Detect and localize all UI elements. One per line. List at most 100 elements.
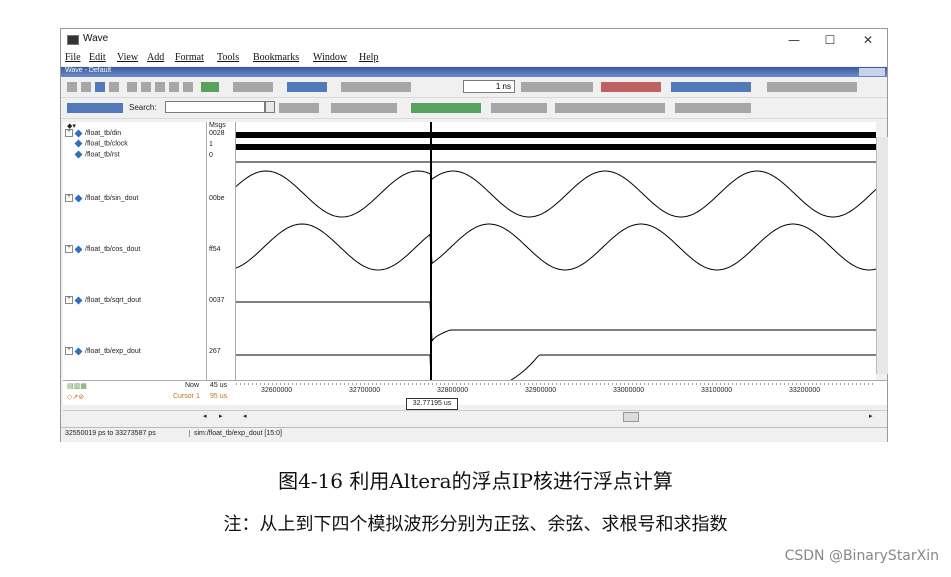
- scroll-left-icon[interactable]: ◂: [203, 412, 207, 420]
- value-exp-dout: 267: [209, 348, 221, 355]
- signal-row-din[interactable]: + /float_tb/din: [65, 129, 121, 139]
- search-label: Search:: [129, 103, 157, 112]
- title-bar: Wave — ☐ ✕: [61, 29, 887, 51]
- zoom-icons[interactable]: [331, 103, 397, 113]
- redo-icon[interactable]: [183, 82, 193, 92]
- menu-view[interactable]: View: [117, 52, 138, 63]
- signal-name: /float_tb/exp_dout: [85, 347, 141, 355]
- wave-sqrt-dout: [236, 301, 876, 343]
- subwindow-controls[interactable]: [859, 68, 885, 76]
- new-icon[interactable]: [67, 82, 77, 92]
- scroll-thumb[interactable]: [623, 412, 639, 422]
- menu-bookmarks[interactable]: Bookmarks: [253, 52, 299, 63]
- signal-diamond-icon: [74, 296, 83, 304]
- subwindow-title: Wave - Default: [65, 67, 112, 74]
- signal-diamond-icon: [74, 347, 83, 355]
- wave-cos-dout: [236, 223, 876, 271]
- menu-file[interactable]: File: [65, 52, 81, 63]
- run-length-input[interactable]: 1 ns: [463, 80, 515, 93]
- step-controls-icons[interactable]: [341, 82, 411, 92]
- now-label: Now: [185, 382, 200, 389]
- horizontal-scrollbar[interactable]: ◂ ▸ ◂ ▸: [63, 410, 887, 422]
- signal-diamond-icon: [74, 245, 83, 253]
- wave-scroll-left-icon[interactable]: ◂: [243, 412, 247, 420]
- status-range: 32550019 ps to 33273587 ps: [65, 430, 156, 437]
- undo-icon[interactable]: [169, 82, 179, 92]
- wave-format-icons[interactable]: [491, 103, 547, 113]
- cut-icon[interactable]: [127, 82, 137, 92]
- expand-icon[interactable]: +: [65, 245, 73, 253]
- signal-name: /float_tb/rst: [85, 151, 120, 159]
- minimize-button[interactable]: —: [779, 31, 809, 49]
- expand-icon[interactable]: +: [65, 347, 73, 355]
- find-icon[interactable]: [201, 82, 219, 92]
- open-icon[interactable]: [81, 82, 91, 92]
- cursor-time-tag[interactable]: 32.77195 us: [406, 398, 458, 410]
- edge-navigation-icons[interactable]: [67, 103, 123, 113]
- signal-row-rst[interactable]: /float_tb/rst: [65, 150, 120, 161]
- signal-values-pane: Msgs 0028 1 0 00be ff54 0037 267: [207, 122, 236, 380]
- print-icon[interactable]: [109, 82, 119, 92]
- signal-row-clock[interactable]: /float_tb/clock: [65, 139, 128, 150]
- menu-help[interactable]: Help: [359, 52, 378, 63]
- value-cos-dout: ff54: [209, 246, 221, 253]
- value-sqrt-dout: 0037: [209, 297, 225, 304]
- tick-label: 33000000: [613, 387, 645, 394]
- timeline-ruler: ▤▥▦ Now 45 us ◇↗⊘ Cursor 1 95 us 3260000…: [63, 380, 887, 405]
- menu-tools[interactable]: Tools: [217, 52, 239, 63]
- signal-row-sin-dout[interactable]: + /float_tb/sin_dout: [65, 194, 138, 204]
- save-icon[interactable]: [95, 82, 105, 92]
- signal-name: /float_tb/sqrt_dout: [85, 296, 142, 304]
- paste-icon[interactable]: [155, 82, 165, 92]
- cursor-label: Cursor 1: [173, 393, 200, 400]
- menu-bar: File Edit View Add Format Tools Bookmark…: [61, 51, 887, 66]
- select-mode-icons[interactable]: [675, 103, 751, 113]
- signal-row-exp-dout[interactable]: + /float_tb/exp_dout: [65, 347, 141, 357]
- window-title: Wave: [83, 33, 109, 44]
- signal-name: /float_tb/cos_dout: [85, 245, 141, 253]
- cursor-icons[interactable]: [411, 103, 481, 113]
- menu-add[interactable]: Add: [147, 52, 164, 63]
- tick-label: 32800000: [437, 387, 469, 394]
- menu-format[interactable]: Format: [175, 52, 204, 63]
- toolbar-row-2: Search:: [61, 99, 887, 119]
- value-rst: 0: [209, 152, 213, 159]
- break-icons[interactable]: [601, 82, 661, 92]
- signal-diamond-icon: [74, 150, 83, 159]
- step-icons[interactable]: [671, 82, 751, 92]
- waveform-canvas[interactable]: [236, 122, 876, 380]
- search-dropdown-button[interactable]: [265, 101, 275, 113]
- signal-row-cos-dout[interactable]: + /float_tb/cos_dout: [65, 245, 140, 255]
- search-input[interactable]: [165, 101, 265, 113]
- edit-mode-icons[interactable]: [767, 82, 857, 92]
- vertical-scrollbar[interactable]: [876, 137, 888, 374]
- status-signal: sim:/float_tb/exp_dout [15:0]: [189, 430, 282, 437]
- signal-names-pane: ◆▾ +/float_tb/din /float_tb/clock /float…: [63, 122, 207, 380]
- tick-label: 32600000: [261, 387, 293, 394]
- run-controls-icons[interactable]: [287, 82, 327, 92]
- toolbar-row-1: 1 ns: [61, 78, 887, 98]
- wave-scroll-right-icon[interactable]: ▸: [869, 412, 873, 420]
- timeline-icons[interactable]: ▤▥▦: [67, 382, 87, 390]
- cursor-icons-small[interactable]: ◇↗⊘: [67, 393, 84, 401]
- copy-icon[interactable]: [141, 82, 151, 92]
- watermark: CSDN @BinaryStarXin: [784, 548, 939, 564]
- close-button[interactable]: ✕: [853, 31, 883, 49]
- expand-icon[interactable]: +: [65, 296, 73, 304]
- tick-label: 33200000: [789, 387, 821, 394]
- signal-row-sqrt-dout[interactable]: + /float_tb/sqrt_dout: [65, 296, 141, 306]
- signal-name: /float_tb/din: [85, 129, 122, 137]
- scroll-right-icon[interactable]: ▸: [219, 412, 223, 420]
- expand-icon[interactable]: +: [65, 129, 73, 137]
- msgs-header: Msgs: [209, 122, 226, 129]
- wave-din-bus: [236, 132, 876, 138]
- simulation-icons[interactable]: [521, 82, 593, 92]
- menu-edit[interactable]: Edit: [89, 52, 106, 63]
- tick-label: 32900000: [525, 387, 557, 394]
- bookmark-tools-icons[interactable]: [233, 82, 273, 92]
- signal-edit-icons[interactable]: [555, 103, 665, 113]
- maximize-button[interactable]: ☐: [815, 31, 845, 49]
- search-tools-icons[interactable]: [279, 103, 319, 113]
- expand-icon[interactable]: +: [65, 194, 73, 202]
- menu-window[interactable]: Window: [313, 52, 347, 63]
